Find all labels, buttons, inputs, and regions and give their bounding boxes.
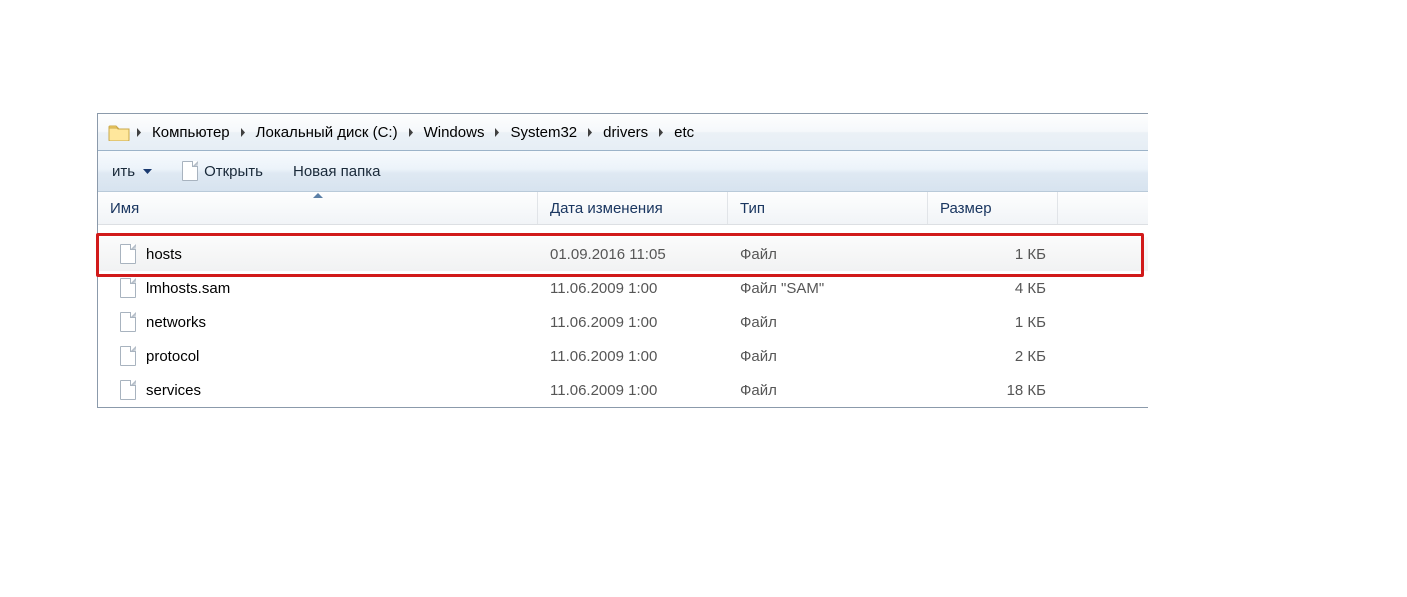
file-size: 4 КБ: [928, 280, 1058, 297]
file-row[interactable]: services 11.06.2009 1:00Файл18 КБ: [98, 373, 1148, 407]
breadcrumb-item[interactable]: System32: [504, 114, 583, 150]
file-date: 01.09.2016 11:05: [538, 246, 728, 263]
header-spacer: [1058, 192, 1148, 224]
file-row[interactable]: hosts 01.09.2016 11:05Файл1 КБ: [98, 237, 1148, 271]
file-size: 1 КБ: [928, 314, 1058, 331]
breadcrumb-item[interactable]: Локальный диск (C:): [250, 114, 404, 150]
share-label: ить: [112, 163, 135, 180]
address-bar[interactable]: Компьютер Локальный диск (C:) Windows Syste…: [98, 114, 1148, 151]
explorer-window: Компьютер Локальный диск (C:) Windows Syste…: [97, 113, 1148, 408]
breadcrumb-sep-icon[interactable]: [132, 114, 146, 150]
file-size: 2 КБ: [928, 348, 1058, 365]
file-list: hosts01.09.2016 11:05Файл1 КБlmhosts.sam…: [98, 225, 1148, 407]
file-row[interactable]: protocol 11.06.2009 1:00Файл2 КБ: [98, 339, 1148, 373]
breadcrumb-sep-icon[interactable]: [583, 114, 597, 150]
folder-icon: [108, 123, 130, 141]
file-date: 11.06.2009 1:00: [538, 314, 728, 331]
file-name: lmhosts.sam: [146, 280, 230, 297]
column-headers: Имя Дата изменения Тип Размер: [98, 192, 1148, 225]
breadcrumb-sep-icon[interactable]: [654, 114, 668, 150]
file-type: Файл "SAM": [728, 280, 928, 297]
breadcrumb-item[interactable]: drivers: [597, 114, 654, 150]
breadcrumb-item[interactable]: etc: [668, 114, 700, 150]
sort-asc-icon: [313, 193, 323, 198]
new-folder-label: Новая папка: [293, 163, 380, 180]
file-icon: [182, 161, 198, 181]
header-date[interactable]: Дата изменения: [538, 192, 728, 224]
breadcrumb-item[interactable]: Windows: [418, 114, 491, 150]
file-size: 18 КБ: [928, 382, 1058, 399]
file-date: 11.06.2009 1:00: [538, 348, 728, 365]
file-type: Файл: [728, 348, 928, 365]
header-type[interactable]: Тип: [728, 192, 928, 224]
open-button[interactable]: Открыть: [176, 157, 269, 185]
chevron-down-icon: [143, 169, 152, 174]
header-name[interactable]: Имя: [98, 192, 538, 224]
file-type: Файл: [728, 314, 928, 331]
toolbar: ить Открыть Новая папка: [98, 151, 1148, 192]
breadcrumb-sep-icon[interactable]: [404, 114, 418, 150]
file-icon: [120, 312, 136, 332]
breadcrumb-sep-icon[interactable]: [236, 114, 250, 150]
file-name: services: [146, 382, 201, 399]
file-type: Файл: [728, 382, 928, 399]
file-icon: [120, 244, 136, 264]
header-size[interactable]: Размер: [928, 192, 1058, 224]
file-date: 11.06.2009 1:00: [538, 382, 728, 399]
breadcrumb-item[interactable]: Компьютер: [146, 114, 236, 150]
file-row[interactable]: lmhosts.sam 11.06.2009 1:00Файл "SAM"4 КБ: [98, 271, 1148, 305]
file-size: 1 КБ: [928, 246, 1058, 263]
file-name: protocol: [146, 348, 199, 365]
file-name: networks: [146, 314, 206, 331]
open-label: Открыть: [204, 163, 263, 180]
file-date: 11.06.2009 1:00: [538, 280, 728, 297]
breadcrumb-sep-icon[interactable]: [490, 114, 504, 150]
share-button[interactable]: ить: [106, 157, 158, 185]
file-row[interactable]: networks 11.06.2009 1:00Файл1 КБ: [98, 305, 1148, 339]
file-icon: [120, 278, 136, 298]
file-name: hosts: [146, 246, 182, 263]
new-folder-button[interactable]: Новая папка: [287, 157, 386, 185]
file-type: Файл: [728, 246, 928, 263]
file-icon: [120, 346, 136, 366]
file-icon: [120, 380, 136, 400]
